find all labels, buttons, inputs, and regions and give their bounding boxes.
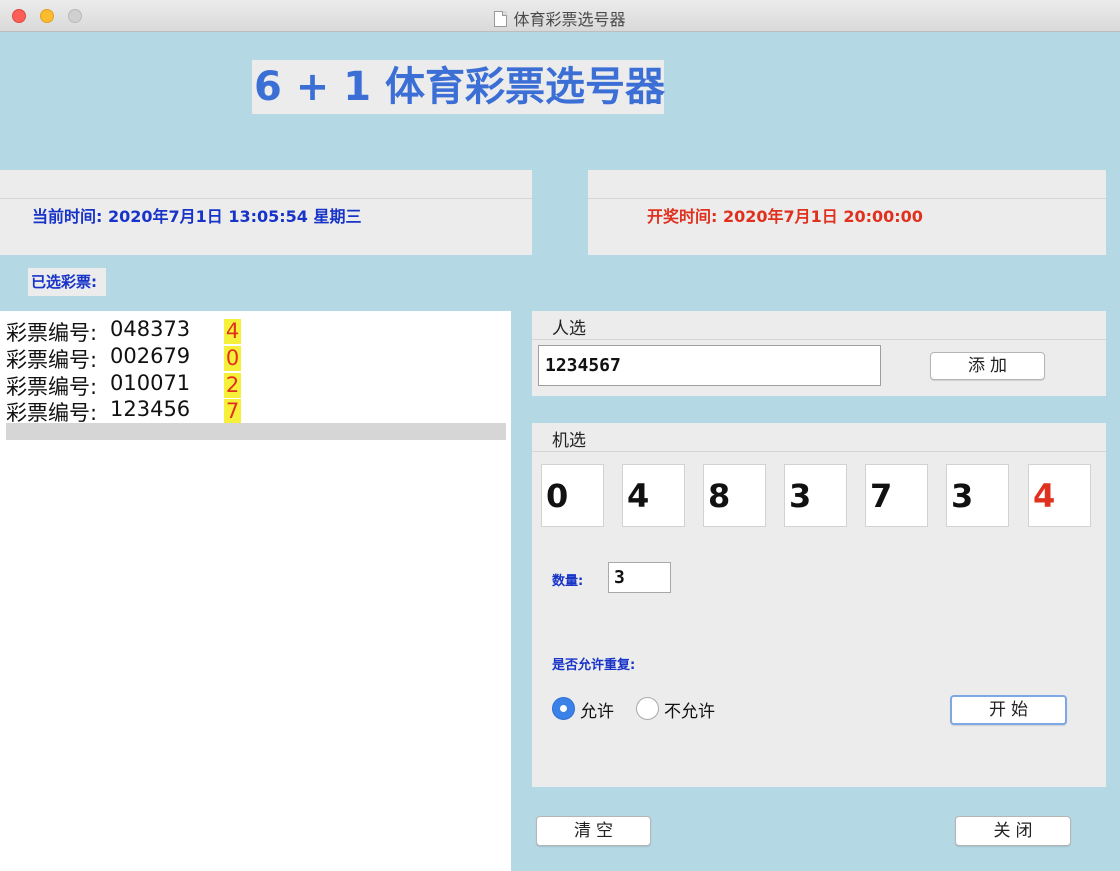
- window-title-text: 体育彩票选号器: [513, 10, 626, 29]
- divider: [0, 198, 532, 199]
- manual-pick-panel: 人选 添加: [532, 311, 1106, 396]
- quantity-input[interactable]: [608, 562, 671, 593]
- quantity-label: 数量:: [552, 574, 584, 589]
- manual-pick-title: 人选: [552, 319, 586, 339]
- ticket-special-digit: 0: [224, 346, 241, 371]
- ticket-number: 123456: [110, 397, 191, 421]
- draw-time-panel: 开奖时间: 2020年7月1日 20:00:00: [588, 170, 1106, 255]
- add-button[interactable]: 添加: [930, 352, 1045, 380]
- document-icon: [494, 11, 508, 27]
- ticket-number: 048373: [110, 317, 191, 341]
- app-heading: 6 + 1 体育彩票选号器: [252, 60, 665, 114]
- allow-radio[interactable]: [552, 697, 575, 720]
- draw-time-text: 开奖时间: 2020年7月1日 20:00:00: [647, 207, 923, 226]
- current-time-text: 当前时间: 2020年7月1日 13:05:54 星期三: [32, 207, 362, 226]
- allow-repeat-label: 是否允许重复:: [552, 658, 636, 673]
- ticket-number: 010071: [110, 371, 191, 395]
- lottery-window: 体育彩票选号器 6 + 1 体育彩票选号器 当前时间: 2020年7月1日 13…: [0, 0, 1120, 871]
- ticket-number: 002679: [110, 344, 191, 368]
- machine-pick-title: 机选: [552, 431, 586, 451]
- manual-number-input[interactable]: [538, 345, 881, 386]
- clear-button[interactable]: 清空: [536, 816, 651, 846]
- window-title: 体育彩票选号器: [0, 6, 1120, 30]
- divider: [532, 451, 1106, 452]
- ticket-special-digit: 2: [224, 373, 241, 398]
- divider: [532, 339, 1106, 340]
- current-time-panel: 当前时间: 2020年7月1日 13:05:54 星期三: [0, 170, 532, 255]
- title-bar: 体育彩票选号器: [0, 0, 1120, 32]
- disallow-radio-label[interactable]: 不允许: [664, 697, 715, 722]
- digit-box-5: 7: [865, 464, 928, 527]
- digit-box-6: 3: [946, 464, 1009, 527]
- list-separator-bar: [6, 423, 506, 440]
- ticket-list[interactable]: 彩票编号: 048373 4 彩票编号: 002679 0 彩票编号: 0100…: [0, 311, 511, 871]
- digit-box-4: 3: [784, 464, 847, 527]
- ticket-special-digit: 7: [224, 399, 241, 424]
- special-digit-box: 4: [1028, 464, 1091, 527]
- disallow-radio[interactable]: [636, 697, 659, 720]
- close-button[interactable]: 关闭: [955, 816, 1071, 846]
- ticket-label: 彩票编号:: [6, 348, 98, 372]
- selected-tickets-label: 已选彩票:: [28, 268, 106, 296]
- ticket-label: 彩票编号:: [6, 321, 98, 345]
- divider: [588, 198, 1106, 199]
- digit-box-2: 4: [622, 464, 685, 527]
- digit-box-1: 0: [541, 464, 604, 527]
- allow-radio-label[interactable]: 允许: [580, 697, 614, 722]
- start-button[interactable]: 开始: [950, 695, 1067, 725]
- ticket-special-digit: 4: [224, 319, 241, 344]
- digit-box-3: 8: [703, 464, 766, 527]
- machine-pick-panel: 机选 0 4 8 3 7 3 4 数量: 是否允许重复: 允许 不允许 开始: [532, 423, 1106, 787]
